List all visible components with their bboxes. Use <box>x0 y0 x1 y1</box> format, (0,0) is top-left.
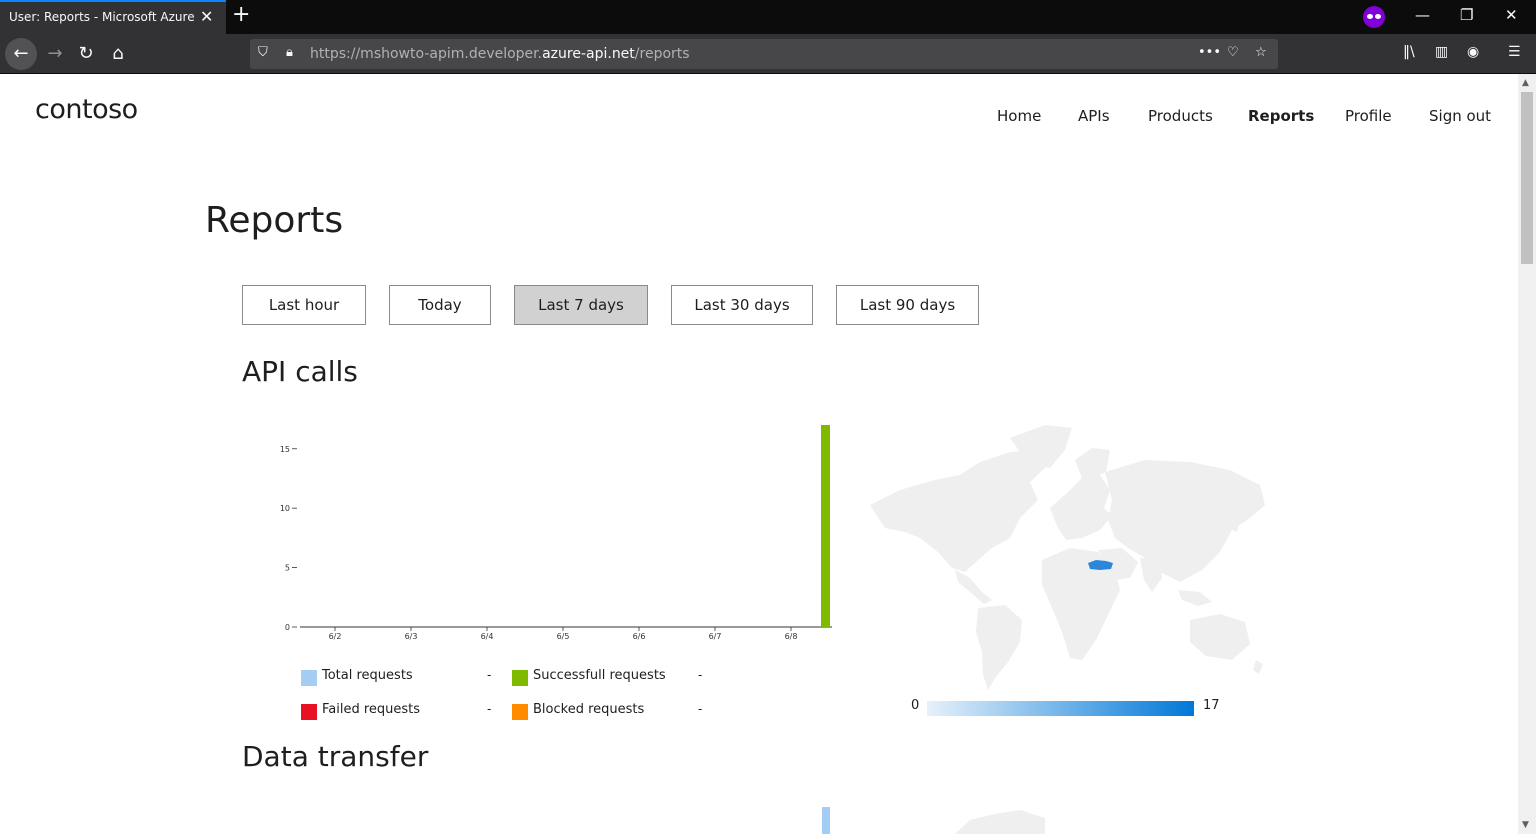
account-icon[interactable]: ◉ <box>1467 44 1479 60</box>
legend-swatch-total <box>301 670 317 686</box>
chart-x-tick-label: 6/8 <box>785 632 798 641</box>
url-path: /reports <box>634 46 690 62</box>
url-text[interactable]: https://mshowto-apim.developer.azure-api… <box>310 46 690 62</box>
browser-tab-strip: User: Reports - Microsoft Azure API ✕ + … <box>0 0 1536 34</box>
chart-y-tick-label: 10 <box>280 504 290 513</box>
home-icon[interactable]: ⌂ <box>103 39 133 69</box>
nav-products[interactable]: Products <box>1148 107 1213 125</box>
more-actions-icon[interactable]: ••• <box>1198 45 1221 60</box>
world-map-land <box>870 425 1265 690</box>
legend-value-failed: - <box>487 702 492 716</box>
site-logo[interactable]: contoso <box>35 94 138 125</box>
legend-label-successful: Successfull requests <box>533 668 666 683</box>
data-transfer-map-preview <box>955 810 1045 834</box>
reload-icon[interactable]: ↻ <box>71 39 101 69</box>
page-title: Reports <box>205 200 344 241</box>
chart-x-tick-label: 6/3 <box>405 632 418 641</box>
address-bar[interactable]: ⛉ 🔒︎ https://mshowto-apim.developer.azur… <box>250 39 1278 69</box>
bookmark-star-icon[interactable]: ☆ <box>1255 45 1267 60</box>
chart-x-tick-label: 6/6 <box>633 632 646 641</box>
legend-value-blocked: - <box>698 702 703 716</box>
legend-successful-requests: Successfull requests - <box>512 668 712 686</box>
legend-swatch-failed <box>301 704 317 720</box>
period-last-30-days-button[interactable]: Last 30 days <box>671 285 813 325</box>
forward-arrow-icon[interactable]: → <box>40 39 70 69</box>
map-scale-min: 0 <box>911 698 920 713</box>
chart-x-tick-label: 6/7 <box>709 632 722 641</box>
restore-icon[interactable]: ❐ <box>1460 6 1473 24</box>
api-calls-heading: API calls <box>242 355 358 388</box>
back-arrow-icon[interactable]: ← <box>5 38 37 70</box>
sidebar-icon[interactable]: ▥ <box>1435 44 1448 60</box>
legend-total-requests: Total requests - <box>301 668 501 686</box>
chart-x-tick-label: 6/4 <box>481 632 494 641</box>
legend-value-successful: - <box>698 668 703 682</box>
legend-failed-requests: Failed requests - <box>301 702 501 720</box>
lock-icon[interactable]: 🔒︎ <box>286 45 293 60</box>
window-close-icon[interactable]: ✕ <box>1505 6 1518 24</box>
nav-profile[interactable]: Profile <box>1345 107 1392 125</box>
url-domain: azure-api.net <box>542 46 635 62</box>
nav-sign-out[interactable]: Sign out <box>1429 107 1491 125</box>
api-calls-chart: 0 5 10 15 6/2 6/3 6/4 6/5 6/6 6/7 6/8 <box>280 425 832 641</box>
pocket-icon[interactable]: ♡ <box>1227 45 1239 60</box>
scroll-up-icon[interactable]: ▲ <box>1522 78 1529 88</box>
minimize-icon[interactable]: — <box>1415 6 1430 24</box>
nav-reports[interactable]: Reports <box>1248 107 1314 125</box>
tab-title: User: Reports - Microsoft Azure API <box>9 10 194 24</box>
scrollbar-thumb[interactable] <box>1521 92 1533 264</box>
legend-label-total: Total requests <box>322 668 413 683</box>
world-map <box>870 425 1265 690</box>
legend-swatch-successful <box>512 670 528 686</box>
period-today-button[interactable]: Today <box>389 285 491 325</box>
period-last-90-days-button[interactable]: Last 90 days <box>836 285 979 325</box>
map-scale-gradient <box>927 701 1194 716</box>
data-transfer-bar <box>822 807 830 834</box>
chart-y-tick-label: 0 <box>285 623 290 632</box>
legend-value-total: - <box>487 668 492 682</box>
chart-y-tick-label: 15 <box>280 445 290 454</box>
period-last-hour-button[interactable]: Last hour <box>242 285 366 325</box>
nav-apis[interactable]: APIs <box>1078 107 1110 125</box>
shield-icon[interactable]: ⛉ <box>258 45 268 60</box>
legend-swatch-blocked <box>512 704 528 720</box>
map-scale-max: 17 <box>1203 698 1220 713</box>
data-transfer-map-land <box>955 810 1045 834</box>
chart-bar <box>821 425 830 627</box>
nav-home[interactable]: Home <box>997 107 1041 125</box>
chart-y-tick-label: 5 <box>285 564 290 573</box>
browser-tab[interactable]: User: Reports - Microsoft Azure API ✕ <box>0 0 226 34</box>
private-browsing-icon <box>1363 6 1385 28</box>
chart-x-tick-label: 6/5 <box>557 632 570 641</box>
scroll-down-icon[interactable]: ▼ <box>1522 820 1529 830</box>
page-scrollbar[interactable]: ▲ ▼ <box>1518 74 1536 834</box>
legend-label-blocked: Blocked requests <box>533 702 645 717</box>
period-last-7-days-button[interactable]: Last 7 days <box>514 285 648 325</box>
browser-toolbar: ← → ↻ ⌂ ⛉ 🔒︎ https://mshowto-apim.develo… <box>0 34 1536 74</box>
legend-label-failed: Failed requests <box>322 702 421 717</box>
menu-icon[interactable]: ☰ <box>1508 44 1521 60</box>
library-icon[interactable]: ‖\ <box>1403 44 1415 60</box>
close-tab-icon[interactable]: ✕ <box>200 7 213 26</box>
new-tab-icon[interactable]: + <box>232 2 250 27</box>
chart-x-tick-label: 6/2 <box>329 632 342 641</box>
legend-blocked-requests: Blocked requests - <box>512 702 712 720</box>
data-transfer-heading: Data transfer <box>242 740 429 773</box>
url-prefix: https://mshowto-apim.developer. <box>310 46 543 62</box>
